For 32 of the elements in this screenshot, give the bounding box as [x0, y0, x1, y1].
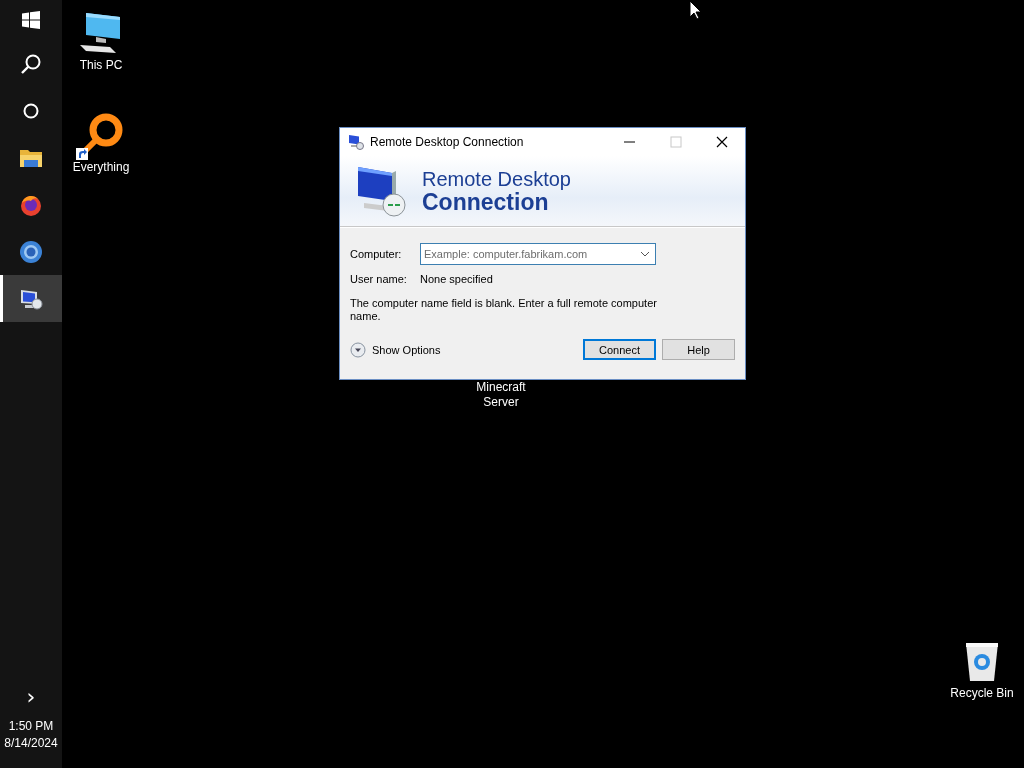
windows-logo-icon: [22, 11, 40, 29]
taskbar-item[interactable]: [0, 275, 62, 322]
clock-time[interactable]: 1:50 PM: [8, 718, 54, 735]
status-message: The computer name field is blank. Enter a full remote computer name.: [350, 297, 658, 323]
computer-combobox[interactable]: Example: computer.fabrikam.com: [420, 243, 656, 265]
dialog-button[interactable]: Help: [662, 339, 735, 360]
window-title: Remote Desktop Connection: [370, 135, 525, 149]
computer-label: Computer:: [350, 248, 403, 260]
icon-label[interactable]: Recycle Bin: [950, 686, 1014, 701]
computer-input-field[interactable]: Example: computer.fabrikam.com: [421, 248, 640, 260]
icon-label[interactable]: Everything: [72, 160, 130, 175]
banner-title: Remote Desktop: [422, 168, 571, 190]
monitor-icon: [19, 287, 43, 310]
circle-icon: [23, 102, 39, 119]
banner-subtitle: Connection: [422, 190, 549, 214]
show-options-button[interactable]: Show Options: [350, 341, 577, 358]
username-value: None specified: [420, 273, 493, 285]
clock-date[interactable]: 8/14/2024: [4, 735, 58, 752]
mouse-cursor-icon: [689, 0, 701, 20]
search-icon: [20, 52, 42, 75]
expand-circle-icon: [350, 341, 366, 358]
dialog-button[interactable]: Connect: [583, 339, 656, 360]
chevron-button[interactable]: ›: [26, 686, 36, 708]
username-label: User name:: [350, 273, 408, 285]
folder-icon: [20, 147, 42, 168]
icon-label[interactable]: This PC: [79, 58, 123, 73]
icon-label[interactable]: Minecraft Server: [466, 380, 536, 410]
chevron-down-icon[interactable]: [640, 251, 650, 257]
maximize-icon: [670, 136, 682, 148]
close-icon: [716, 136, 728, 148]
globe-icon: [19, 239, 43, 264]
app-icon: [348, 134, 364, 150]
